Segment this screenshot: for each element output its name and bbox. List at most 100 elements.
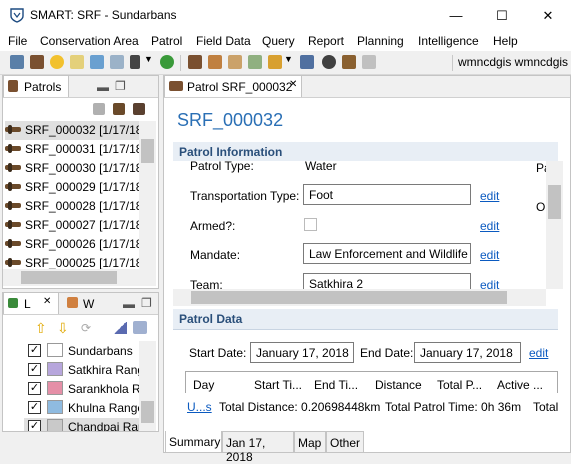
team-edit-link[interactable]: edit xyxy=(480,278,499,289)
transportation-type-field[interactable]: Foot xyxy=(303,184,471,205)
tab-layers[interactable]: L ✕ xyxy=(3,292,59,314)
total-more: Total xyxy=(533,400,559,414)
document-icon[interactable] xyxy=(130,55,140,69)
ol-label: Ol xyxy=(536,200,546,214)
close-icon[interactable]: ✕ xyxy=(289,79,297,90)
armed-checkbox[interactable] xyxy=(304,218,317,231)
layer-checkbox[interactable]: ✓ xyxy=(28,363,41,376)
tab-patrol-srf-000032[interactable]: Patrol SRF_000032 ✕ xyxy=(164,75,302,97)
style-icon[interactable] xyxy=(113,322,127,334)
col-active[interactable]: Active ... xyxy=(497,378,543,392)
col-day[interactable]: Day xyxy=(193,378,214,392)
layers-tab-header: L ✕ W ▬ ❐ xyxy=(3,292,158,315)
sync-icon[interactable] xyxy=(160,55,174,69)
layer-checkbox[interactable]: ✓ xyxy=(28,401,41,414)
tab-patrol-label: Patrol SRF_000032 xyxy=(187,80,293,94)
tab-summary[interactable]: Summary xyxy=(165,431,222,453)
col-start-time[interactable]: Start Ti... xyxy=(254,378,302,392)
patrol-info-scrollbar[interactable] xyxy=(546,161,563,289)
user-icon[interactable] xyxy=(322,55,336,69)
list-item[interactable]: SRF_000032 [1/17/18 xyxy=(5,121,139,140)
menu-intelligence[interactable]: Intelligence xyxy=(418,34,479,48)
dates-edit-link[interactable]: edit xyxy=(529,346,548,360)
patrol-list-scrollbar[interactable] xyxy=(139,121,156,269)
export-icon[interactable] xyxy=(228,55,242,69)
layer-checkbox[interactable]: ✓ xyxy=(28,420,41,431)
menu-field-data[interactable]: Field Data xyxy=(196,34,251,48)
dropdown-arrow-icon[interactable]: ▼ xyxy=(284,54,293,64)
col-distance[interactable]: Distance xyxy=(375,378,422,392)
import-icon[interactable] xyxy=(208,55,222,69)
maximize-button[interactable]: ☐ xyxy=(479,0,525,31)
mandate-field[interactable]: Law Enforcement and Wildlife xyxy=(303,243,471,264)
tab-map[interactable]: Map xyxy=(294,431,326,453)
maximize-panel-icon[interactable]: ❐ xyxy=(115,79,126,93)
transportation-edit-link[interactable]: edit xyxy=(480,189,499,203)
app-logo-icon xyxy=(10,8,24,23)
layers-icon[interactable] xyxy=(300,55,314,69)
end-date-field[interactable]: January 17, 2018 xyxy=(414,342,521,363)
layer-list: ✓ Sundarbans ✓ Satkhira Rang ✓ Sarankhola R… xyxy=(24,341,139,431)
patrol-row-label: SRF_000030 [1/17/18 xyxy=(25,161,139,175)
tab-day[interactable]: Jan 17, 2018 xyxy=(222,431,294,464)
patrol-icon xyxy=(5,201,21,211)
armed-label: Armed?: xyxy=(190,219,236,233)
data-icon[interactable] xyxy=(110,55,124,69)
move-up-icon[interactable]: ⇧ xyxy=(35,320,47,337)
minimize-panel-icon[interactable]: ▬ xyxy=(97,80,109,94)
menu-planning[interactable]: Planning xyxy=(357,34,404,48)
layer-swatch-chandpai xyxy=(47,419,63,431)
tab-other[interactable]: Other xyxy=(326,431,364,453)
minimize-panel-icon[interactable]: ▬ xyxy=(123,297,135,311)
report-icon[interactable] xyxy=(70,55,84,69)
dropdown-arrow-icon[interactable]: ▼ xyxy=(144,54,153,64)
add-patrol-icon[interactable] xyxy=(113,103,125,115)
menu-conservation-area[interactable]: Conservation Area xyxy=(40,34,139,48)
layer-list-scrollbar[interactable] xyxy=(139,341,156,431)
patrol-icon[interactable] xyxy=(30,55,44,69)
maximize-panel-icon[interactable]: ❐ xyxy=(141,296,152,310)
conservation-area-icon[interactable] xyxy=(10,55,24,69)
layer-checkbox[interactable]: ✓ xyxy=(28,344,41,357)
patrol-row-label: SRF_000031 [1/17/18 xyxy=(25,142,139,156)
query-icon[interactable] xyxy=(248,55,262,69)
team-field[interactable]: Satkhira 2 xyxy=(303,273,471,289)
new-patrol-icon[interactable] xyxy=(188,55,202,69)
armed-edit-link[interactable]: edit xyxy=(480,219,499,233)
patrol-list-hscrollbar[interactable] xyxy=(3,269,156,286)
layer-swatch-satkhira xyxy=(47,362,63,376)
menu-query[interactable]: Query xyxy=(262,34,295,48)
units-link[interactable]: U...s xyxy=(187,400,212,414)
start-date-field[interactable]: January 17, 2018 xyxy=(250,342,354,363)
zoom-layer-icon[interactable] xyxy=(133,321,147,334)
menu-report[interactable]: Report xyxy=(308,34,344,48)
close-icon[interactable]: ✕ xyxy=(43,296,51,307)
mission-icon[interactable] xyxy=(90,55,104,69)
mandate-edit-link[interactable]: edit xyxy=(480,248,499,262)
patrol-type-value: Water xyxy=(305,161,337,173)
page-title: SRF_000032 xyxy=(177,110,284,130)
filter-icon[interactable] xyxy=(133,103,145,115)
settings-icon[interactable] xyxy=(362,55,376,69)
close-button[interactable]: ✕ xyxy=(525,0,571,31)
col-total-patrol[interactable]: Total P... xyxy=(437,378,482,392)
tab-workflow[interactable]: W xyxy=(83,297,94,311)
move-down-icon[interactable]: ⇩ xyxy=(57,320,69,337)
tab-patrols[interactable]: Patrols xyxy=(3,75,69,97)
search-icon[interactable] xyxy=(268,55,282,69)
menu-file[interactable]: File xyxy=(8,34,27,48)
layer-label: Chandpai Ran xyxy=(68,420,139,431)
refresh-icon[interactable]: ⟳ xyxy=(81,321,91,335)
layer-checkbox[interactable]: ✓ xyxy=(28,382,41,395)
tab-layers-label: L xyxy=(24,297,31,311)
tab-patrols-label: Patrols xyxy=(24,80,62,94)
intelligence-icon[interactable] xyxy=(342,55,356,69)
lightbulb-icon[interactable] xyxy=(50,55,64,69)
col-end-time[interactable]: End Ti... xyxy=(314,378,358,392)
minimize-button[interactable]: — xyxy=(433,0,479,31)
menu-help[interactable]: Help xyxy=(493,34,518,48)
menu-patrol[interactable]: Patrol xyxy=(151,34,182,48)
delete-patrol-icon[interactable] xyxy=(93,103,105,115)
patrol-info-hscrollbar[interactable] xyxy=(173,289,546,306)
list-item[interactable]: ✓ Chandpai Ran xyxy=(24,418,139,431)
